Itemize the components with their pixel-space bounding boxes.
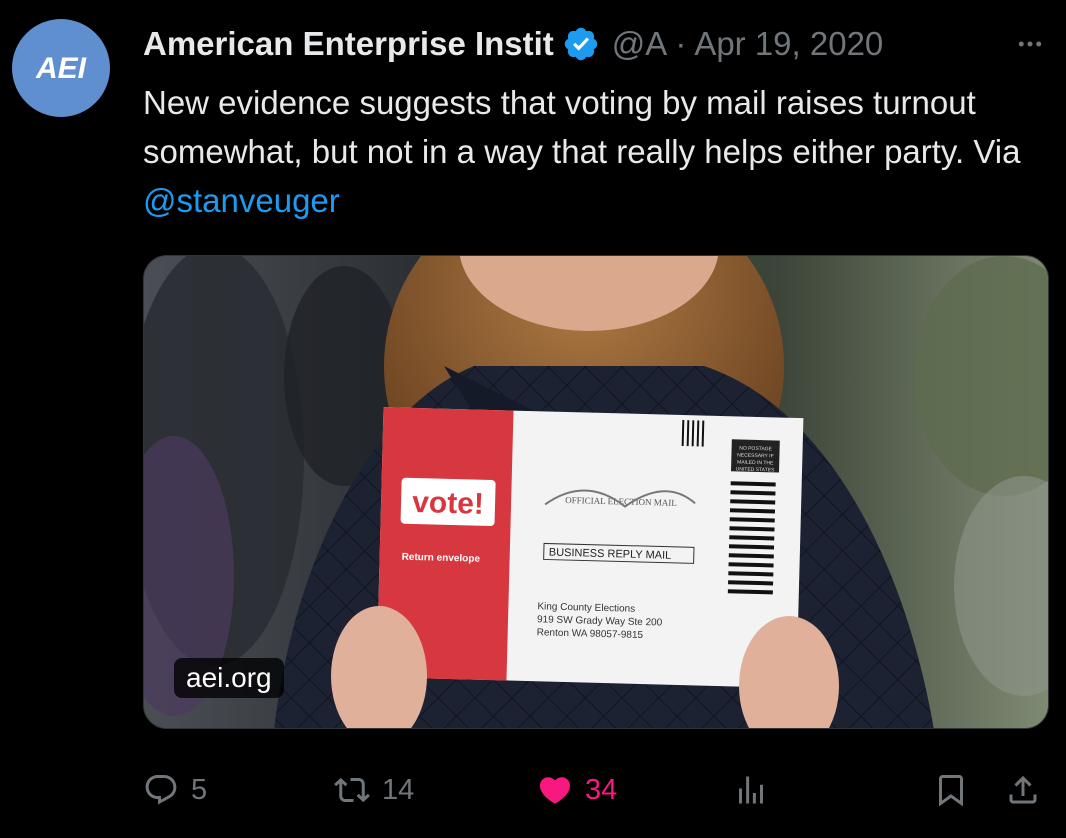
svg-text:UNITED STATES: UNITED STATES bbox=[736, 466, 776, 473]
bookmark-icon bbox=[939, 775, 963, 807]
reply-count: 5 bbox=[191, 773, 208, 806]
aei-logo: AEI bbox=[35, 52, 87, 85]
handle[interactable]: @A bbox=[612, 25, 668, 63]
svg-text:NO POSTAGE: NO POSTAGE bbox=[739, 446, 773, 453]
analytics-icon bbox=[739, 776, 763, 804]
svg-text:vote!: vote! bbox=[412, 486, 485, 521]
retweet-count: 14 bbox=[382, 773, 415, 806]
source-chip[interactable]: aei.org bbox=[174, 658, 284, 698]
bookmark-button[interactable] bbox=[933, 760, 969, 820]
share-icon bbox=[1009, 775, 1037, 804]
reply-button[interactable]: 5 bbox=[143, 760, 207, 820]
views-button[interactable] bbox=[733, 760, 769, 820]
mention-link[interactable]: @stanveuger bbox=[143, 182, 340, 219]
date-separator: · bbox=[675, 25, 687, 62]
tweet-text: New evidence suggests that voting by mai… bbox=[143, 78, 1048, 225]
like-button[interactable]: 34 bbox=[537, 760, 617, 820]
display-name[interactable]: American Enterprise Instit bbox=[143, 25, 554, 63]
tweet-header: American Enterprise Instit @A · Apr 19, … bbox=[143, 22, 1050, 66]
retweet-button[interactable]: 14 bbox=[334, 760, 414, 820]
media-card[interactable]: vote! Return envelope OFFICIAL ELECTION … bbox=[143, 255, 1049, 729]
tweet-date[interactable]: Apr 19, 2020 bbox=[694, 25, 883, 63]
more-icon bbox=[1018, 41, 1042, 47]
action-bar: 5 14 34 bbox=[143, 760, 1053, 820]
reply-icon bbox=[145, 775, 177, 805]
verified-badge-icon[interactable] bbox=[562, 25, 600, 63]
svg-text:AEI: AEI bbox=[35, 52, 87, 85]
heart-icon bbox=[539, 777, 571, 804]
share-button[interactable] bbox=[1005, 760, 1041, 820]
svg-text:Return envelope: Return envelope bbox=[401, 552, 480, 565]
avatar[interactable]: AEI bbox=[12, 19, 110, 117]
like-count: 34 bbox=[585, 773, 618, 806]
more-button[interactable] bbox=[1010, 24, 1050, 64]
svg-text:NECESSARY IF: NECESSARY IF bbox=[737, 452, 774, 459]
tweet-body: New evidence suggests that voting by mai… bbox=[143, 84, 1021, 170]
retweet-icon bbox=[334, 777, 370, 803]
svg-text:MAILED IN THE: MAILED IN THE bbox=[737, 459, 774, 466]
